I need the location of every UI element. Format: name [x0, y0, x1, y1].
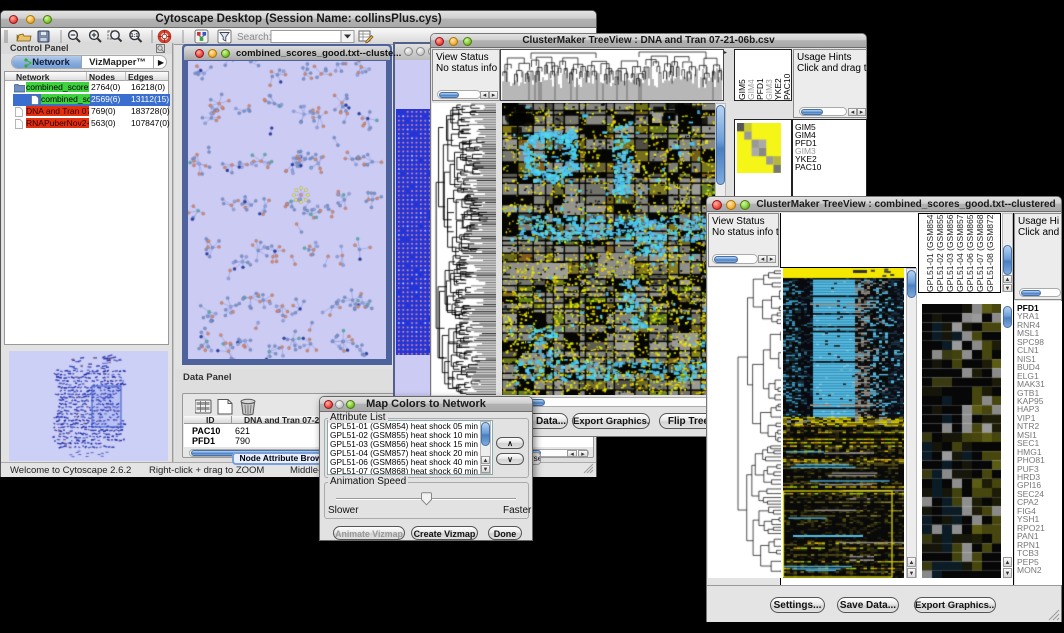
svg-text:PAC10: PAC10 [782, 73, 792, 100]
svg-text:GPL51-02 (GSM855): GPL51-02 (GSM855) [935, 214, 945, 292]
svg-text:GPL51-06 (GSM865): GPL51-06 (GSM865) [965, 214, 975, 292]
svg-text:GPL51-03 (GSM856): GPL51-03 (GSM856) [945, 214, 955, 292]
svg-text:GPL51-08 (GSM872): GPL51-08 (GSM872) [985, 214, 995, 292]
svg-text:1:1: 1:1 [131, 33, 139, 39]
svg-text:Search:: Search: [237, 32, 271, 43]
svg-text:GPL51-07 (GSM868): GPL51-07 (GSM868) [975, 214, 985, 292]
svg-text:GPL51-01 (GSM854): GPL51-01 (GSM854) [925, 214, 935, 292]
svg-text:GPL51-04 (GSM857): GPL51-04 (GSM857) [955, 214, 965, 292]
